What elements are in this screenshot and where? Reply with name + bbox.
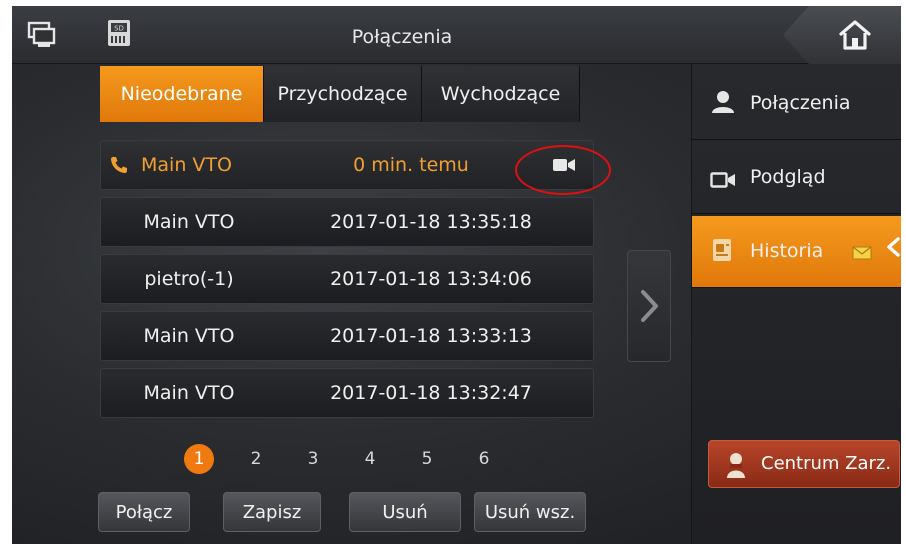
page-3[interactable]: 3 [298, 444, 328, 474]
table-row[interactable]: Main VTO 2017-01-18 13:32:47 [100, 368, 594, 418]
page-6[interactable]: 6 [469, 444, 499, 474]
sidebar-item-calls[interactable]: Połączenia [692, 68, 901, 140]
caller-name: Main VTO [143, 382, 235, 404]
management-center-label: Centrum Zarz. [761, 453, 892, 474]
call-tabs: Nieodebrane Przychodzące Wychodzące [100, 66, 580, 122]
caller-name: pietro(-1) [144, 268, 234, 290]
table-row[interactable]: Main VTO 0 min. temu [100, 140, 611, 195]
management-center-button[interactable]: Centrum Zarz. [708, 440, 900, 488]
table-row[interactable]: Main VTO 2017-01-18 13:35:18 [100, 197, 594, 247]
page-2[interactable]: 2 [241, 444, 271, 474]
sidebar-item-label: Połączenia [750, 92, 851, 114]
page-1[interactable]: 1 [184, 444, 214, 474]
save-button[interactable]: Zapisz [223, 492, 321, 532]
home-button[interactable] [783, 6, 901, 64]
operator-icon [727, 453, 745, 478]
caller-name: Main VTO [143, 211, 235, 233]
delete-all-button[interactable]: Usuń wsz. [474, 492, 586, 532]
history-icon [713, 239, 731, 261]
sidebar-item-history[interactable]: Historia [692, 216, 901, 288]
caller-name: Main VTO [143, 325, 235, 347]
page-5[interactable]: 5 [412, 444, 442, 474]
top-bar: SD Połączenia [12, 6, 901, 64]
caller-name: Main VTO [141, 154, 232, 176]
camera-icon [710, 172, 735, 188]
connect-button[interactable]: Połącz [98, 492, 190, 532]
call-time: 2017-01-18 13:32:47 [330, 382, 532, 404]
tab-outgoing[interactable]: Wychodzące [422, 66, 580, 122]
sidebar-item-label: Historia [750, 240, 824, 262]
page-4[interactable]: 4 [355, 444, 385, 474]
call-time: 2017-01-18 13:35:18 [330, 211, 532, 233]
sidebar-item-label: Podgląd [750, 166, 826, 188]
call-time: 2017-01-18 13:34:06 [330, 268, 532, 290]
sidebar: Połączenia Podgląd Historia Centrum Zarz… [691, 64, 901, 544]
call-time: 0 min. temu [353, 154, 469, 176]
user-icon [712, 91, 734, 113]
chevron-right-icon [641, 290, 658, 322]
annotation-circle [515, 145, 611, 195]
next-page-button[interactable] [627, 250, 671, 362]
home-icon[interactable] [837, 18, 873, 52]
tab-incoming[interactable]: Przychodzące [264, 66, 422, 122]
sidebar-item-preview[interactable]: Podgląd [692, 142, 901, 214]
delete-button[interactable]: Usuń [349, 492, 461, 532]
intercom-screen: SD Połączenia Nieodebrane Przychodzące W… [12, 6, 901, 544]
call-time: 2017-01-18 13:33:13 [330, 325, 532, 347]
page-title: Połączenia [351, 26, 453, 48]
table-row[interactable]: Main VTO 2017-01-18 13:33:13 [100, 311, 594, 361]
tab-missed[interactable]: Nieodebrane [100, 66, 264, 122]
chevron-left-icon [887, 237, 900, 257]
mail-icon [852, 246, 872, 260]
table-row[interactable]: pietro(-1) 2017-01-18 13:34:06 [100, 254, 594, 304]
call-list: Main VTO 0 min. temu Main VTO 2017-01-18… [100, 140, 611, 425]
